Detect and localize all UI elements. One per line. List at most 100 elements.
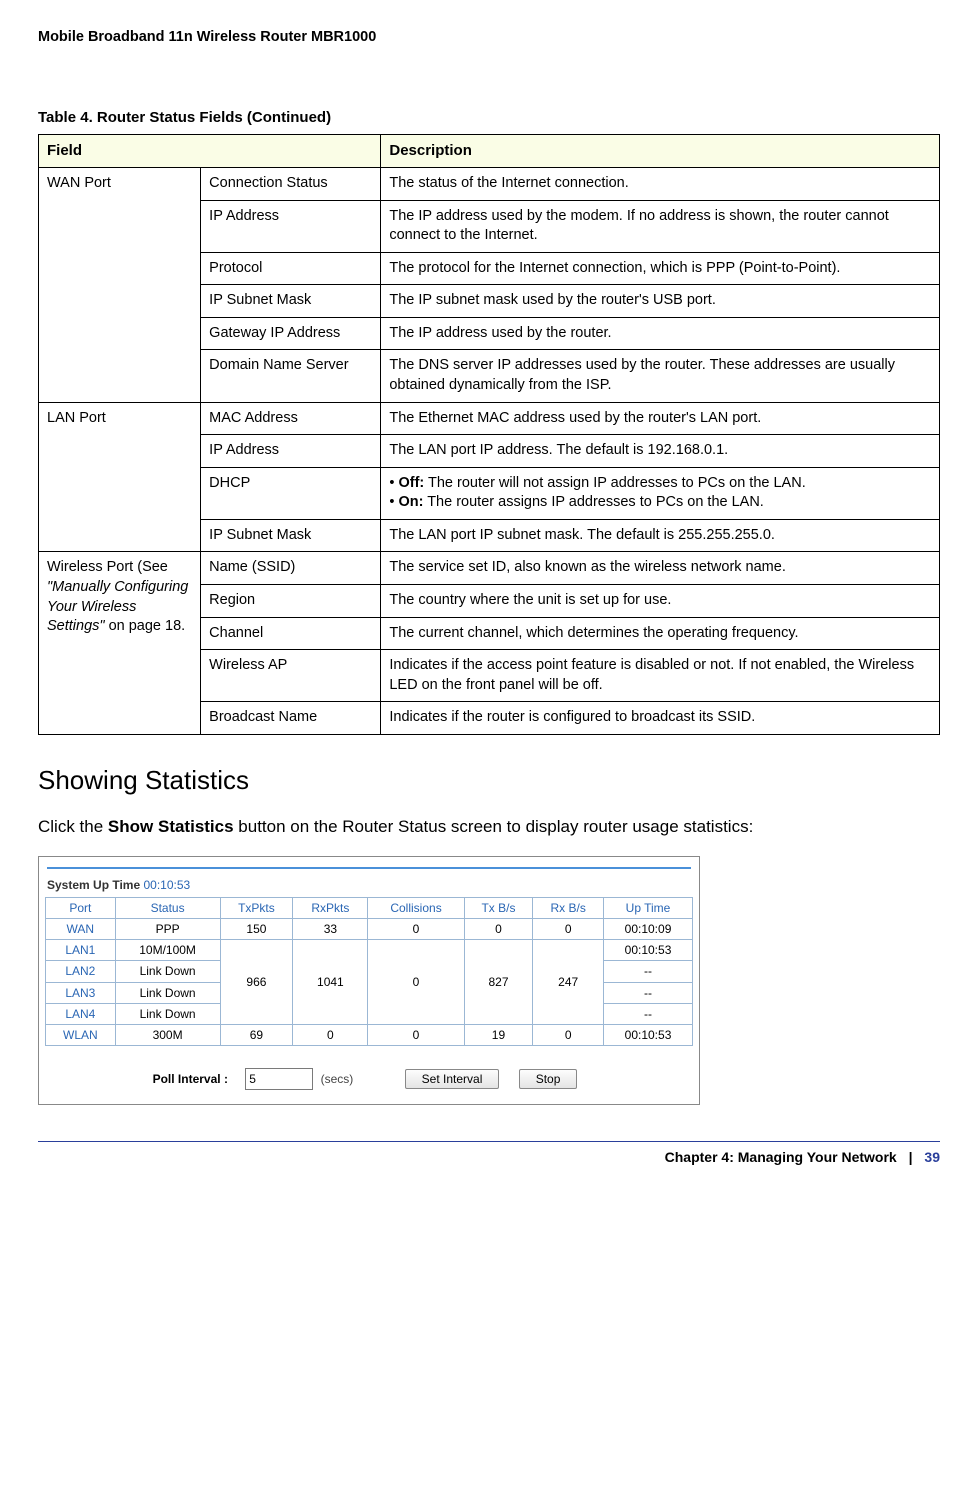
cell-port: WAN [46, 919, 116, 940]
dhcp-on-label: On: [398, 494, 423, 510]
system-uptime-value: 00:10:53 [143, 878, 190, 892]
statistics-panel: System Up Time 00:10:53 Port Status TxPk… [38, 856, 700, 1106]
page-footer: Chapter 4: Managing Your Network | 39 [38, 1148, 940, 1167]
poll-unit: (secs) [321, 1072, 354, 1086]
wan-dns-sub: Domain Name Server [201, 350, 381, 402]
wifi-bcast-desc: Indicates if the router is configured to… [381, 702, 940, 735]
col-description: Description [381, 134, 940, 167]
cell-col: 0 [368, 919, 464, 940]
wan-ip-desc: The IP address used by the modem. If no … [381, 200, 940, 252]
table-row: WAN PPP 150 33 0 0 0 00:10:09 [46, 919, 693, 940]
cell-status: Link Down [115, 1003, 220, 1024]
wan-conn-sub: Connection Status [201, 168, 381, 201]
wan-conn-desc: The status of the Internet connection. [381, 168, 940, 201]
stats-h-tx: TxPkts [220, 897, 293, 918]
wifi-ap-sub: Wireless AP [201, 650, 381, 702]
lan-dhcp-sub: DHCP [201, 467, 381, 519]
lan-mask-sub: IP Subnet Mask [201, 519, 381, 552]
cell-status: Link Down [115, 982, 220, 1003]
wifi-bcast-sub: Broadcast Name [201, 702, 381, 735]
cell-tx: 69 [220, 1024, 293, 1045]
cell-tx: 966 [220, 940, 293, 1025]
wifi-ap-desc: Indicates if the access point feature is… [381, 650, 940, 702]
wifi-ssid-desc: The service set ID, also known as the wi… [381, 552, 940, 585]
poll-interval-input[interactable] [245, 1068, 313, 1090]
wan-port-group: WAN Port [39, 168, 201, 403]
wan-mask-sub: IP Subnet Mask [201, 285, 381, 318]
cell-up: -- [604, 961, 693, 982]
section-text-post: button on the Router Status screen to di… [234, 817, 754, 836]
footer-chapter: Chapter 4: Managing Your Network [665, 1149, 897, 1165]
cell-up: 00:10:09 [604, 919, 693, 940]
wan-proto-sub: Protocol [201, 252, 381, 285]
cell-status: 300M [115, 1024, 220, 1045]
cell-rxbs: 247 [533, 940, 604, 1025]
table-row: LAN1 10M/100M 966 1041 0 827 247 00:10:5… [46, 940, 693, 961]
wan-ip-sub: IP Address [201, 200, 381, 252]
cell-port: LAN4 [46, 1003, 116, 1024]
section-text-pre: Click the [38, 817, 108, 836]
cell-up: -- [604, 1003, 693, 1024]
wifi-chan-sub: Channel [201, 617, 381, 650]
panel-divider [47, 867, 691, 869]
cell-status: 10M/100M [115, 940, 220, 961]
cell-rxbs: 0 [533, 919, 604, 940]
cell-rxbs: 0 [533, 1024, 604, 1045]
table-row: WLAN 300M 69 0 0 19 0 00:10:53 [46, 1024, 693, 1045]
set-interval-button[interactable]: Set Interval [405, 1069, 500, 1089]
dhcp-on-text: The router assigns IP addresses to PCs o… [423, 494, 763, 510]
system-uptime-label: System Up Time [47, 878, 143, 892]
cell-status: Link Down [115, 961, 220, 982]
stop-button[interactable]: Stop [519, 1069, 578, 1089]
stats-h-txbs: Tx B/s [464, 897, 533, 918]
lan-mac-desc: The Ethernet MAC address used by the rou… [381, 402, 940, 435]
col-field: Field [39, 134, 381, 167]
cell-port: LAN1 [46, 940, 116, 961]
section-heading: Showing Statistics [38, 763, 940, 798]
cell-txbs: 0 [464, 919, 533, 940]
cell-up: 00:10:53 [604, 1024, 693, 1045]
cell-col: 0 [368, 1024, 464, 1045]
wifi-group-post: on page 18. [105, 618, 186, 634]
dhcp-off-label: Off: [398, 475, 424, 491]
table-caption: Table 4. Router Status Fields (Continued… [38, 108, 940, 128]
cell-txbs: 827 [464, 940, 533, 1025]
system-uptime: System Up Time 00:10:53 [47, 877, 693, 893]
router-status-table: Field Description WAN Port Connection St… [38, 134, 940, 735]
wifi-ssid-sub: Name (SSID) [201, 552, 381, 585]
cell-txbs: 19 [464, 1024, 533, 1045]
cell-col: 0 [368, 940, 464, 1025]
footer-sep: | [909, 1149, 913, 1165]
lan-port-group: LAN Port [39, 402, 201, 552]
lan-ip-sub: IP Address [201, 435, 381, 468]
wan-proto-desc: The protocol for the Internet connection… [381, 252, 940, 285]
lan-mac-sub: MAC Address [201, 402, 381, 435]
wan-gw-desc: The IP address used by the router. [381, 317, 940, 350]
doc-header: Mobile Broadband 11n Wireless Router MBR… [38, 28, 940, 48]
cell-up: 00:10:53 [604, 940, 693, 961]
cell-rx: 0 [293, 1024, 368, 1045]
cell-port: WLAN [46, 1024, 116, 1045]
stats-h-status: Status [115, 897, 220, 918]
wifi-group-pre: Wireless Port (See [47, 559, 168, 575]
wifi-port-group: Wireless Port (See "Manually Configuring… [39, 552, 201, 734]
dhcp-off-text: The router will not assign IP addresses … [424, 475, 806, 491]
footer-page: 39 [924, 1149, 940, 1165]
cell-rx: 1041 [293, 940, 368, 1025]
stats-h-rx: RxPkts [293, 897, 368, 918]
stats-h-up: Up Time [604, 897, 693, 918]
lan-ip-desc: The LAN port IP address. The default is … [381, 435, 940, 468]
wan-dns-desc: The DNS server IP addresses used by the … [381, 350, 940, 402]
statistics-table: Port Status TxPkts RxPkts Collisions Tx … [45, 897, 693, 1046]
cell-port: LAN2 [46, 961, 116, 982]
cell-up: -- [604, 982, 693, 1003]
cell-tx: 150 [220, 919, 293, 940]
stats-h-rxbs: Rx B/s [533, 897, 604, 918]
cell-port: LAN3 [46, 982, 116, 1003]
cell-rx: 33 [293, 919, 368, 940]
section-text: Click the Show Statistics button on the … [38, 815, 940, 839]
wifi-region-sub: Region [201, 584, 381, 617]
poll-row: Poll Interval : (secs) Set Interval Stop [45, 1068, 693, 1090]
footer-rule [38, 1141, 940, 1142]
wifi-region-desc: The country where the unit is set up for… [381, 584, 940, 617]
